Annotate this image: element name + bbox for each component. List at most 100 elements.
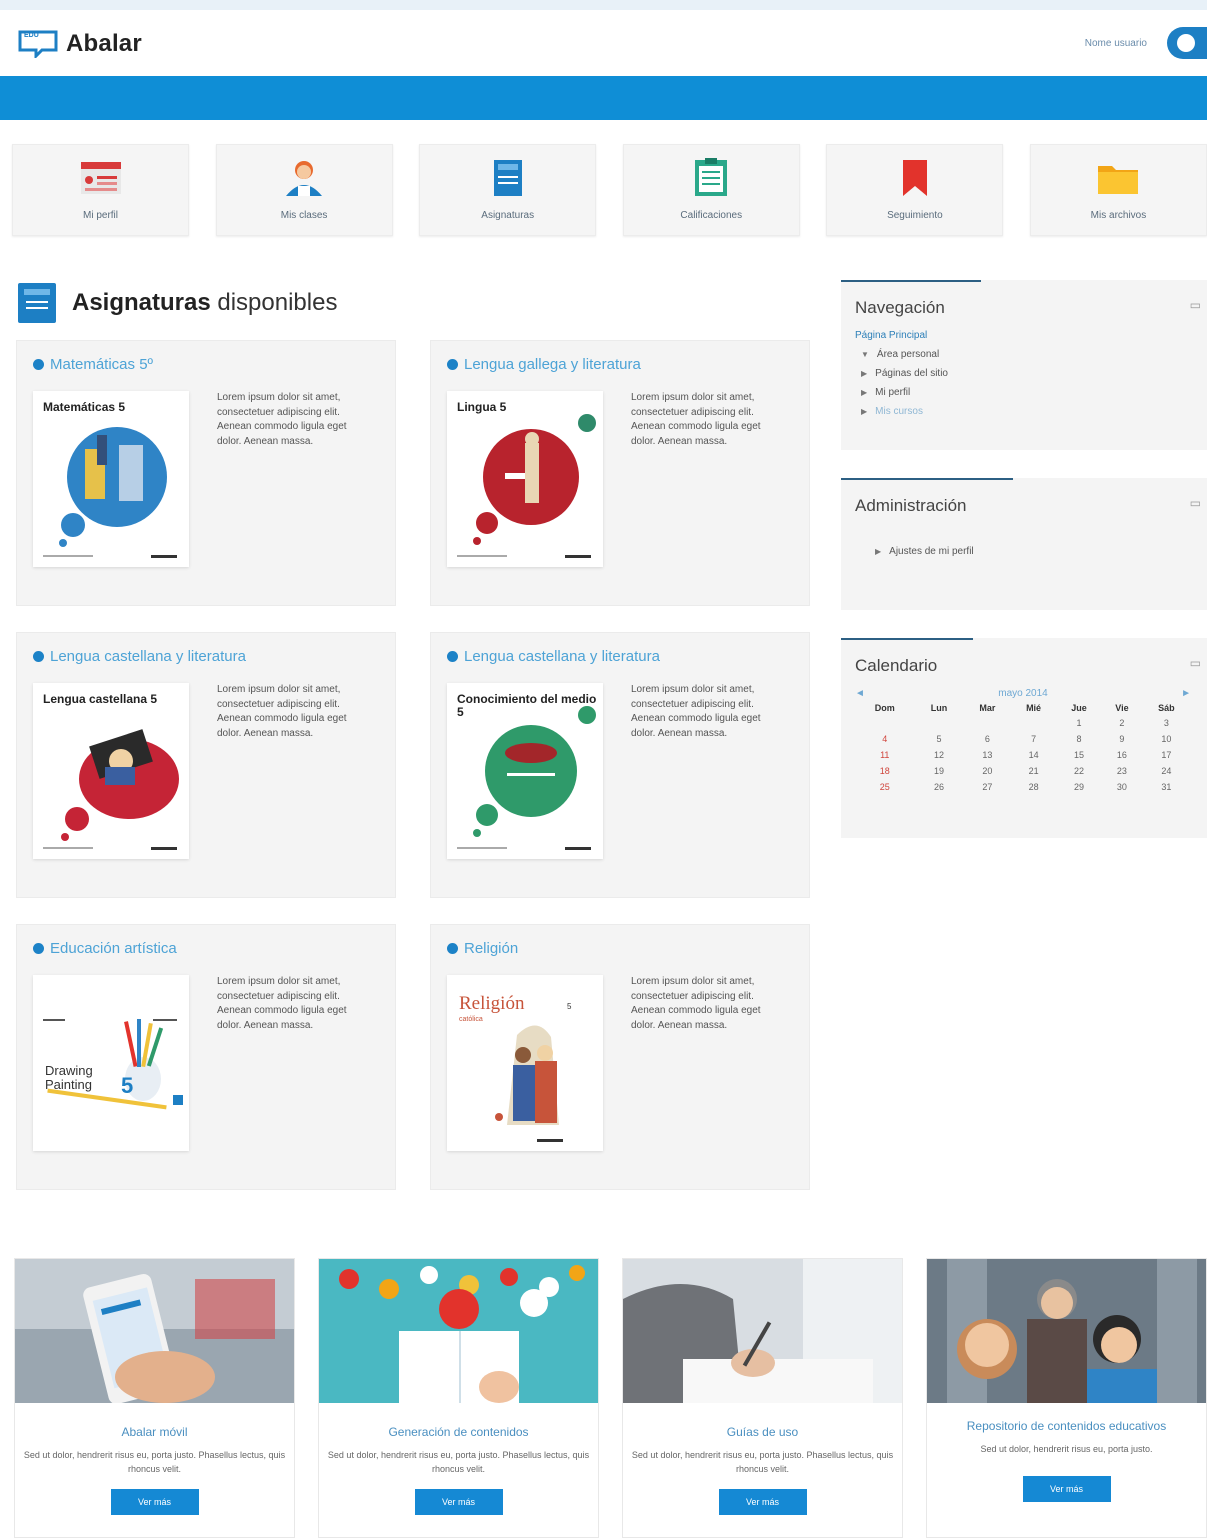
quick-tile-label: Asignaturas (481, 210, 535, 221)
subject-card[interactable]: Educación artística Drawing Painting 5 L… (16, 924, 396, 1190)
admin-item[interactable]: ▶ Ajustes de mi perfil (875, 546, 1191, 557)
calendar-month[interactable]: mayo 2014 (998, 688, 1047, 699)
site-header: EDU Abalar Nome usuario (0, 10, 1207, 76)
calendar-next-icon[interactable]: ► (1181, 688, 1191, 699)
calendar-day[interactable]: 16 (1102, 747, 1142, 763)
book-cover[interactable]: Drawing Painting 5 (33, 975, 189, 1151)
quick-tile-profile[interactable]: Mi perfil (12, 144, 189, 236)
logo[interactable]: EDU Abalar (16, 28, 142, 58)
chevron-right-icon: ▶ (861, 369, 868, 378)
subject-card[interactable]: Lengua castellana y literatura Conocimie… (430, 632, 810, 898)
calendar-day[interactable]: 15 (1056, 747, 1102, 763)
calendar-day[interactable]: 10 (1142, 731, 1191, 747)
calendar-day[interactable]: 31 (1142, 779, 1191, 795)
quick-tile-subjects[interactable]: Asignaturas (419, 144, 597, 236)
sidebar: Navegación ▭ Página Principal ▼ Área pers… (841, 280, 1207, 1190)
quick-tile-label: Mis archivos (1090, 210, 1147, 221)
block-menu-icon[interactable]: ▭ (1190, 496, 1201, 510)
calendar-day-header: Lun (930, 703, 948, 713)
calendar-day[interactable]: 30 (1102, 779, 1142, 795)
calendar-day[interactable]: 22 (1056, 763, 1102, 779)
calendar-day[interactable]: 14 (1011, 747, 1056, 763)
calendar-day[interactable]: 21 (1011, 763, 1056, 779)
feature-image (927, 1259, 1206, 1403)
calendar-day[interactable]: 19 (915, 763, 964, 779)
bullet-icon (447, 650, 458, 662)
quick-tile-tracking[interactable]: Seguimiento (826, 144, 1004, 236)
calendar-day[interactable]: 13 (964, 747, 1012, 763)
quick-tile-classes[interactable]: Mis clases (215, 144, 393, 236)
avatar[interactable] (1167, 27, 1207, 59)
calendar-day[interactable]: 27 (964, 779, 1012, 795)
quick-tile-grades[interactable]: Calificaciones (622, 144, 800, 236)
feature-title: Repositorio de contenidos educativos (966, 1419, 1167, 1433)
calendar-day[interactable]: 28 (1011, 779, 1056, 795)
feature-text: Sed ut dolor, hendrerit risus eu, porta … (23, 1450, 286, 1475)
calendar-day[interactable]: 26 (915, 779, 964, 795)
calendar-day[interactable]: 4 (855, 731, 915, 747)
subject-link[interactable]: Lengua castellana y literatura (33, 645, 379, 667)
calendar-day[interactable]: 23 (1102, 763, 1142, 779)
subject-description: Lorem ipsum dolor sit amet, consectetuer… (217, 684, 347, 739)
calendar-day[interactable]: 6 (964, 731, 1012, 747)
quick-tile-files[interactable]: Mis archivos (1029, 144, 1207, 236)
calendar-day[interactable]: 5 (915, 731, 964, 747)
nav-item[interactable]: ▶ Mis cursos (861, 402, 1191, 421)
calendar-day[interactable]: 8 (1056, 731, 1102, 747)
subject-link[interactable]: Matemáticas 5º (33, 353, 379, 375)
feature-text: Sed ut dolor, hendrerit risus eu, porta … (327, 1450, 590, 1475)
calendar-day[interactable]: 20 (964, 763, 1012, 779)
nav-home-link[interactable]: Página Principal (855, 330, 1191, 341)
subject-link[interactable]: Lengua gallega y literatura (447, 353, 793, 375)
cover-title: Conocimiento del medio 5 (457, 692, 597, 720)
calendar-day[interactable]: 3 (1142, 715, 1191, 731)
subject-link[interactable]: Lengua castellana y literatura (447, 645, 793, 667)
calendar-day (855, 715, 915, 731)
nav-item[interactable]: ▼ Área personal (861, 345, 1191, 364)
calendar-day-header: Mié (1026, 703, 1042, 713)
main-nav-bar (0, 76, 1207, 120)
calendar-day[interactable]: 29 (1056, 779, 1102, 795)
calendar-day[interactable]: 2 (1102, 715, 1142, 731)
feature-more-button[interactable]: Ver más (1022, 1476, 1111, 1503)
subject-link[interactable]: Religión (447, 937, 793, 959)
features-row: Abalar móvil Sed ut dolor, hendrerit ris… (0, 1258, 1207, 1538)
subject-description: Lorem ipsum dolor sit amet, consectetuer… (217, 392, 347, 447)
feature-more-button[interactable]: Ver más (414, 1488, 503, 1515)
calendar-day[interactable]: 17 (1142, 747, 1191, 763)
subject-link[interactable]: Educación artística (33, 937, 379, 959)
calendar-day[interactable]: 11 (855, 747, 915, 763)
calendar-prev-icon[interactable]: ◄ (855, 688, 865, 699)
block-menu-icon[interactable]: ▭ (1190, 656, 1201, 670)
book-cover[interactable]: Matemáticas 5 (33, 391, 189, 567)
book-cover[interactable]: Lengua castellana 5 (33, 683, 189, 859)
subject-card[interactable]: Matemáticas 5º Matemáticas 5 Lorem ipsum… (16, 340, 396, 606)
subject-card[interactable]: Lengua castellana y literatura Lengua ca… (16, 632, 396, 898)
calendar-day[interactable]: 1 (1056, 715, 1102, 731)
book-icon (493, 160, 522, 196)
calendar-day[interactable]: 18 (855, 763, 915, 779)
subject-card[interactable]: Religión Religión 5 católica Lorem ipsum… (430, 924, 810, 1190)
book-icon (18, 283, 56, 323)
nav-item[interactable]: ▶ Mi perfil (861, 383, 1191, 402)
nav-item[interactable]: ▶ Páginas del sitio (861, 364, 1191, 383)
quick-tile-label: Calificaciones (680, 210, 743, 221)
calendar-day[interactable]: 9 (1102, 731, 1142, 747)
user-name[interactable]: Nome usuario (1085, 38, 1147, 49)
subjects-grid: Matemáticas 5º Matemáticas 5 Lorem ipsum… (16, 340, 811, 1190)
calendar-day[interactable]: 24 (1142, 763, 1191, 779)
bullet-icon (33, 358, 44, 370)
nav-list: ▼ Área personal ▶ Páginas del sitio ▶ Mi pe… (855, 345, 1191, 421)
book-cover[interactable]: Religión 5 católica (447, 975, 603, 1151)
calendar-day[interactable]: 25 (855, 779, 915, 795)
user-menu[interactable]: Nome usuario (1085, 27, 1207, 59)
book-cover[interactable]: Conocimiento del medio 5 (447, 683, 603, 859)
logo-icon: EDU (18, 30, 58, 58)
subject-card[interactable]: Lengua gallega y literatura Lingua 5 Lor… (430, 340, 810, 606)
calendar-day[interactable]: 12 (915, 747, 964, 763)
block-menu-icon[interactable]: ▭ (1190, 298, 1201, 312)
book-cover[interactable]: Lingua 5 (447, 391, 603, 567)
calendar-day[interactable]: 7 (1011, 731, 1056, 747)
feature-more-button[interactable]: Ver más (110, 1488, 199, 1515)
feature-more-button[interactable]: Ver más (718, 1488, 807, 1515)
